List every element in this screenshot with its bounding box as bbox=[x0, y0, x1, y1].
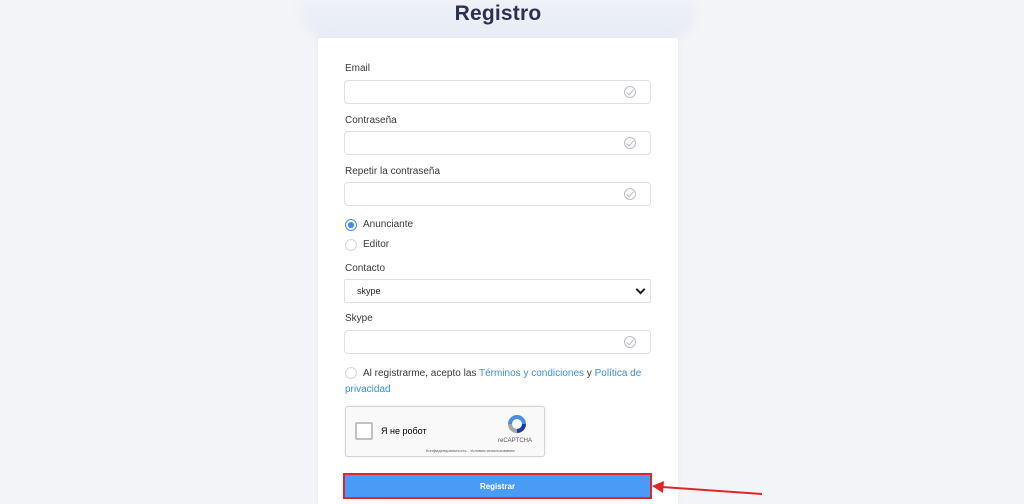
recaptcha-logo-icon bbox=[508, 415, 526, 433]
terms-link[interactable]: Términos y condiciones bbox=[479, 368, 584, 379]
recaptcha-brand: reCAPTCHA bbox=[498, 438, 533, 444]
check-circle-icon bbox=[624, 137, 636, 149]
repeat-password-field[interactable] bbox=[344, 182, 651, 206]
password-field[interactable] bbox=[344, 131, 651, 155]
check-circle-icon bbox=[624, 336, 636, 348]
terms-conjunction: y bbox=[584, 368, 595, 379]
skype-field[interactable] bbox=[344, 330, 651, 354]
register-button[interactable]: Registrar bbox=[345, 475, 650, 497]
radio-editor[interactable] bbox=[345, 239, 357, 251]
recaptcha-widget: Я не робот reCAPTCHA Конфиденциальность … bbox=[345, 406, 545, 457]
check-circle-icon bbox=[624, 86, 636, 98]
terms-prefix: Al registrarme, acepto las bbox=[363, 368, 479, 379]
privacy-link[interactable]: Política de bbox=[595, 368, 642, 379]
captcha-checkbox[interactable] bbox=[355, 422, 373, 440]
privacy-link-continued[interactable]: privacidad bbox=[345, 382, 645, 398]
check-circle-icon bbox=[624, 188, 636, 200]
email-field[interactable] bbox=[344, 80, 651, 104]
terms-text: Al registrarme, acepto las Términos y co… bbox=[345, 366, 645, 398]
skype-label: Skype bbox=[345, 313, 373, 324]
password-label: Contraseña bbox=[345, 115, 397, 126]
radio-editor-label: Editor bbox=[363, 239, 390, 250]
radio-anunciante[interactable] bbox=[345, 219, 357, 231]
repeat-password-label: Repetir la contraseña bbox=[345, 166, 441, 177]
submit-highlight: Registrar bbox=[343, 473, 652, 499]
radio-anunciante-label: Anunciante bbox=[363, 219, 414, 230]
email-label: Email bbox=[345, 63, 371, 74]
chevron-down-icon bbox=[635, 284, 646, 295]
page-title: Registro bbox=[454, 2, 542, 25]
captcha-label: Я не робот bbox=[381, 426, 427, 436]
contact-select-value: skype bbox=[357, 286, 381, 296]
red-arrow-icon bbox=[652, 481, 763, 495]
recaptcha-links[interactable]: Конфиденциальность - Условия использован… bbox=[426, 448, 515, 453]
contact-select[interactable]: skype bbox=[344, 279, 651, 303]
contact-label: Contacto bbox=[345, 263, 386, 274]
